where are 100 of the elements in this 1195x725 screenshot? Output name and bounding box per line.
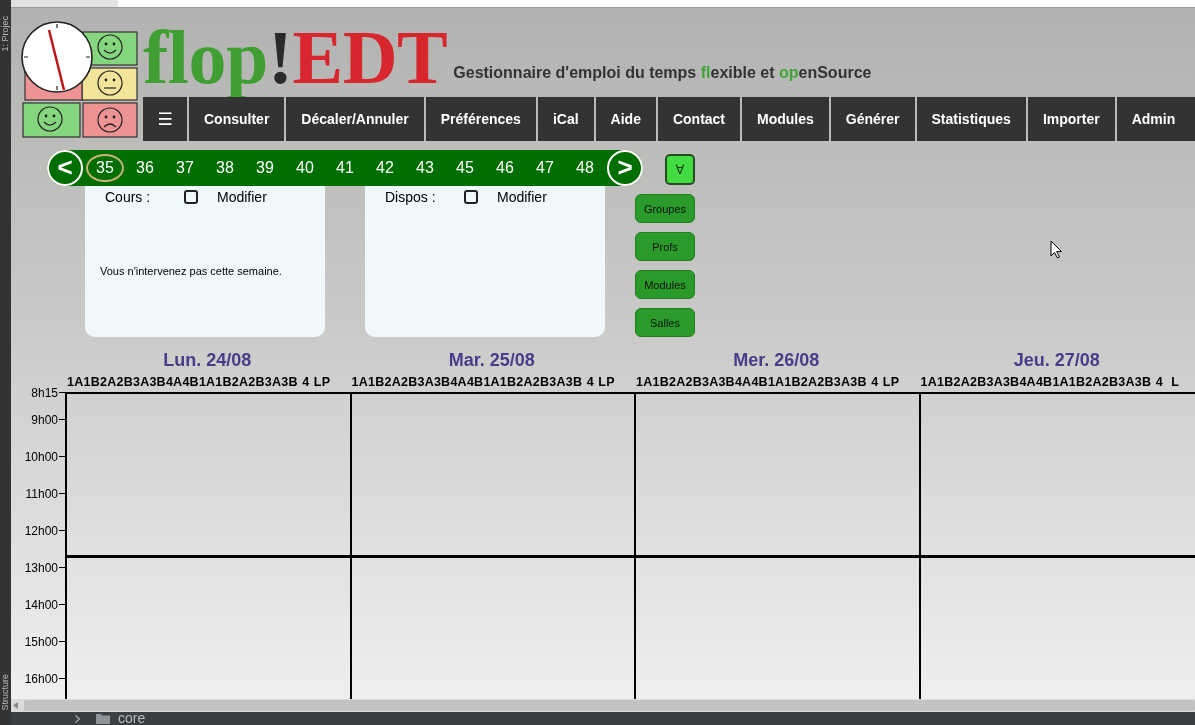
group-label: 2B bbox=[532, 374, 550, 390]
group-label: 1A bbox=[920, 374, 937, 390]
view-button[interactable]: Groupes bbox=[635, 194, 695, 223]
side-tab[interactable]: 1: Projec bbox=[0, 16, 11, 52]
side-tab[interactable]: Structure bbox=[0, 674, 11, 711]
time-label: 9h00 bbox=[31, 413, 58, 427]
tagline: Gestionnaire d'emploi du temps flexible et openSource bbox=[453, 63, 872, 82]
group-label: 3B bbox=[1134, 374, 1152, 390]
time-label: 13h00 bbox=[24, 561, 58, 575]
group-label: 4B bbox=[1035, 374, 1053, 390]
checkbox[interactable] bbox=[184, 190, 198, 204]
week-number[interactable]: 48 bbox=[566, 154, 604, 182]
menu-button[interactable]: ☰ bbox=[143, 97, 187, 141]
nav-item[interactable]: Modules bbox=[742, 97, 829, 141]
group-label: 3A bbox=[986, 374, 1003, 390]
nav-item[interactable]: iCal bbox=[537, 97, 594, 141]
view-button[interactable]: Profs bbox=[635, 232, 695, 261]
week-number[interactable]: 43 bbox=[406, 154, 444, 182]
group-label: 4 bbox=[1154, 374, 1164, 390]
group-label: 4B bbox=[182, 374, 199, 390]
nav-item[interactable]: Aide bbox=[595, 97, 656, 141]
checkbox-label: Modifier bbox=[217, 189, 267, 205]
nav-item[interactable]: Importer bbox=[1027, 97, 1115, 141]
group-label: 3B bbox=[149, 374, 166, 390]
panel-title: Dispos : bbox=[385, 189, 437, 205]
group-label: 1B bbox=[83, 374, 100, 390]
nav-item[interactable]: Admin bbox=[1116, 97, 1195, 141]
panel-title: Cours : bbox=[105, 189, 152, 205]
group-label: 1A bbox=[67, 374, 84, 390]
week-number[interactable]: 41 bbox=[326, 154, 364, 182]
nav-item[interactable]: Statistiques bbox=[916, 97, 1026, 141]
group-label: 2B bbox=[400, 374, 418, 390]
week-number[interactable]: 40 bbox=[286, 154, 324, 182]
week-number[interactable]: 46 bbox=[486, 154, 524, 182]
group-label: 1B bbox=[784, 374, 801, 390]
day-header: Jeu. 27/08 bbox=[1013, 350, 1100, 370]
group-label: 1B bbox=[215, 374, 232, 390]
week-number[interactable]: 42 bbox=[366, 154, 404, 182]
chevron-right-icon bbox=[75, 714, 80, 723]
group-label: 3B bbox=[281, 374, 298, 390]
select-all-button[interactable]: ∀ bbox=[665, 154, 695, 185]
nav-item[interactable]: Contact bbox=[657, 97, 741, 141]
group-label: 2B bbox=[969, 374, 987, 390]
horizontal-scrollbar[interactable] bbox=[11, 699, 1195, 712]
group-label: 2B bbox=[817, 374, 834, 390]
time-label: 8h15 bbox=[31, 386, 58, 400]
group-label: 4 bbox=[301, 374, 311, 390]
group-label: 3B bbox=[565, 374, 583, 390]
group-label: LP bbox=[598, 374, 615, 390]
group-label: 3A bbox=[1118, 374, 1135, 390]
group-label: 2A bbox=[516, 374, 533, 390]
group-label: 3A bbox=[264, 374, 282, 390]
group-label: 1B bbox=[499, 374, 517, 390]
checkbox[interactable] bbox=[464, 190, 478, 204]
group-label: 4A bbox=[165, 374, 183, 390]
nav-item[interactable]: Décaler/Annuler bbox=[286, 97, 424, 141]
group-label: 3B bbox=[1002, 374, 1020, 390]
previous-week-button[interactable]: < bbox=[47, 150, 83, 186]
week-number[interactable]: 39 bbox=[246, 154, 284, 182]
time-label: 14h00 bbox=[24, 598, 58, 612]
group-label: L bbox=[1170, 374, 1181, 390]
view-button[interactable]: Salles bbox=[635, 308, 695, 337]
folder-name[interactable]: core bbox=[118, 712, 146, 725]
nav-item[interactable]: Consulter bbox=[189, 97, 285, 141]
group-label: 2B bbox=[248, 374, 265, 390]
week-number[interactable]: 47 bbox=[526, 154, 564, 182]
group-label: 3A bbox=[417, 374, 434, 390]
group-label: 3A bbox=[701, 374, 719, 390]
week-number[interactable]: 36 bbox=[126, 154, 164, 182]
group-label: 2A bbox=[231, 374, 249, 390]
week-number[interactable]: 37 bbox=[166, 154, 204, 182]
group-label: 2A bbox=[668, 374, 686, 390]
group-label: 1B bbox=[1068, 374, 1086, 390]
group-label: 4 bbox=[870, 374, 880, 390]
nav-item[interactable]: Préférences bbox=[425, 97, 536, 141]
nav-item[interactable]: Générer bbox=[830, 97, 915, 141]
week-number[interactable]: 38 bbox=[206, 154, 244, 182]
week-number[interactable]: 35 bbox=[86, 154, 124, 182]
group-label: 3A bbox=[833, 374, 851, 390]
group-label: 3B bbox=[850, 374, 867, 390]
time-label: 10h00 bbox=[24, 450, 58, 464]
group-label: 4A bbox=[1019, 374, 1036, 390]
group-label: 4A bbox=[450, 374, 467, 390]
week-number[interactable]: 45 bbox=[446, 154, 484, 182]
view-button[interactable]: Modules bbox=[635, 270, 695, 299]
group-label: 1A bbox=[483, 374, 500, 390]
group-label: 1A bbox=[636, 374, 653, 390]
group-label: 1A bbox=[1052, 374, 1069, 390]
group-label: 3A bbox=[132, 374, 150, 390]
group-label: 4A bbox=[734, 374, 752, 390]
group-label: 3A bbox=[549, 374, 566, 390]
group-label: 1A bbox=[351, 374, 368, 390]
group-label: 2A bbox=[384, 374, 401, 390]
next-week-button[interactable]: > bbox=[607, 150, 643, 186]
group-label: 1B bbox=[652, 374, 669, 390]
time-label: 11h00 bbox=[25, 487, 58, 501]
scrollbar-thumb[interactable] bbox=[24, 700, 1195, 711]
group-label: LP bbox=[882, 374, 900, 390]
day-header: Mer. 26/08 bbox=[733, 350, 820, 370]
caret-left-icon[interactable] bbox=[13, 702, 18, 709]
